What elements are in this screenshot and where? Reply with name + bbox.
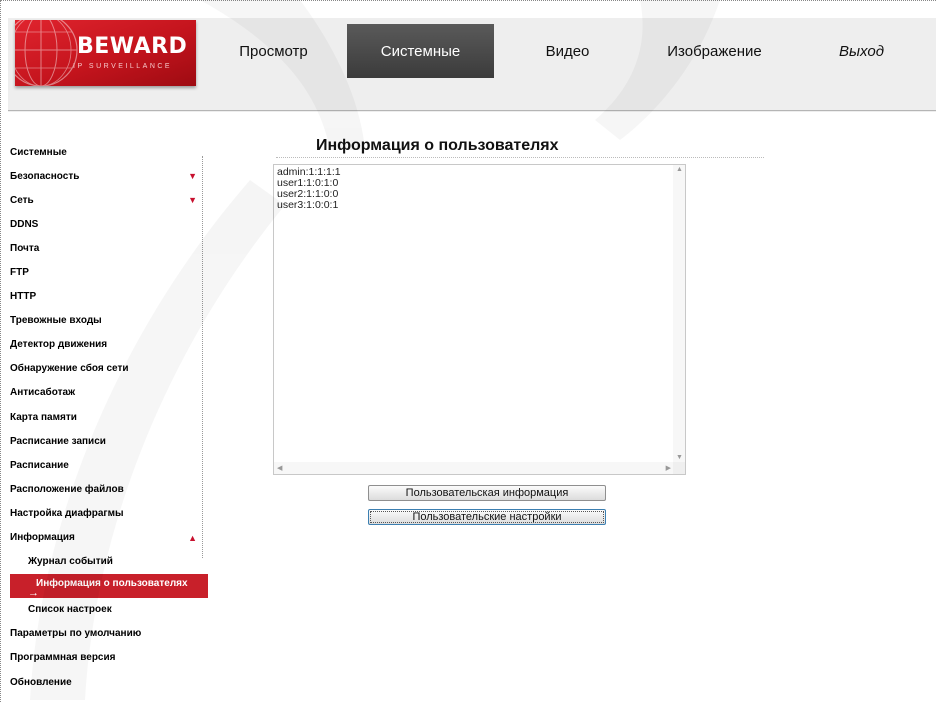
beward-logo[interactable]: BEWARD IP SURVEILLANCE bbox=[15, 20, 196, 86]
sidebar-item-update[interactable]: Обновление bbox=[10, 670, 202, 694]
sidebar-item-information[interactable]: Информация ▲ bbox=[10, 526, 202, 550]
user-info-text: admin:1:1:1:1 user1:1:0:1:0 user2:1:1:0:… bbox=[277, 166, 341, 211]
page-frame-left bbox=[0, 0, 1, 702]
scroll-left-icon[interactable]: ◀ bbox=[277, 464, 282, 472]
tab-view[interactable]: Просмотр bbox=[200, 24, 347, 78]
sidebar-item-label: Почта bbox=[10, 242, 40, 254]
page-title: Информация о пользователях bbox=[316, 137, 559, 154]
sidebar-item-alarm-inputs[interactable]: Тревожные входы bbox=[10, 309, 202, 333]
sidebar-item-label: Антисаботаж bbox=[10, 387, 76, 399]
tab-image[interactable]: Изображение bbox=[641, 24, 788, 78]
sidebar-item-ftp[interactable]: FTP bbox=[10, 260, 202, 284]
sidebar-item-label: DDNS bbox=[10, 218, 39, 230]
vertical-scrollbar[interactable]: ▲ ▼ bbox=[673, 165, 685, 462]
sidebar-item-event-log[interactable]: Журнал событий bbox=[10, 550, 202, 574]
page-frame-top bbox=[0, 0, 936, 1]
sidebar-item-label: Информация bbox=[10, 532, 75, 544]
sidebar-item-label: Расположение файлов bbox=[10, 483, 124, 495]
sidebar-item-label: Карта памяти bbox=[10, 411, 77, 423]
logo-tagline: IP SURVEILLANCE bbox=[73, 63, 173, 70]
sidebar-item-label: HTTP bbox=[10, 291, 37, 303]
tab-system[interactable]: Системные bbox=[347, 24, 494, 78]
sidebar-divider bbox=[202, 156, 203, 558]
sidebar-item-network-failure[interactable]: Обнаружение сбоя сети bbox=[10, 357, 202, 381]
sidebar-item-firmware-version[interactable]: Программная версия bbox=[10, 646, 202, 670]
sidebar-item-http[interactable]: HTTP bbox=[10, 285, 202, 309]
scroll-up-icon[interactable]: ▲ bbox=[676, 166, 683, 173]
sidebar-item-record-schedule[interactable]: Расписание записи bbox=[10, 429, 202, 453]
sidebar-item-security[interactable]: Безопасность ▼ bbox=[10, 164, 202, 188]
sidebar-item-label: Программная версия bbox=[10, 652, 116, 664]
sidebar-item-settings-list[interactable]: Список настроек bbox=[10, 598, 202, 622]
sidebar-item-label: Тревожные входы bbox=[10, 315, 102, 327]
sidebar-item-user-info[interactable]: Информация о пользователях → bbox=[10, 573, 208, 599]
sidebar-item-anti-sabotage[interactable]: Антисаботаж bbox=[10, 381, 202, 405]
sidebar-item-label: Обнаружение сбоя сети bbox=[10, 363, 129, 375]
main-nav: Просмотр Системные Видео Изображение Вых… bbox=[200, 24, 935, 78]
sidebar-item-mail[interactable]: Почта bbox=[10, 236, 202, 260]
sidebar-item-label: Журнал событий bbox=[28, 556, 113, 568]
tab-video[interactable]: Видео bbox=[494, 24, 641, 78]
sidebar-item-file-location[interactable]: Расположение файлов bbox=[10, 477, 202, 501]
expand-arrow-icon: ▼ bbox=[188, 195, 197, 206]
title-underline bbox=[276, 157, 764, 158]
sidebar-item-label: Список настроек bbox=[28, 604, 112, 616]
sidebar-item-label: Безопасность bbox=[10, 170, 80, 182]
header-divider bbox=[8, 110, 936, 111]
sidebar-item-network[interactable]: Сеть ▼ bbox=[10, 188, 202, 212]
scroll-corner bbox=[673, 462, 685, 474]
collapse-arrow-icon: ▲ bbox=[188, 532, 197, 543]
sidebar-item-motion-detector[interactable]: Детектор движения bbox=[10, 333, 202, 357]
sidebar-item-ddns[interactable]: DDNS bbox=[10, 212, 202, 236]
expand-arrow-icon: ▼ bbox=[188, 171, 197, 182]
sidebar-item-system[interactable]: Системные bbox=[10, 140, 202, 164]
user-settings-button[interactable]: Пользовательские настройки bbox=[368, 509, 606, 525]
sidebar-item-label: Системные bbox=[10, 146, 67, 158]
sidebar-item-label: Настройка диафрагмы bbox=[10, 507, 124, 519]
current-arrow-icon: → bbox=[28, 586, 39, 599]
sidebar-item-defaults[interactable]: Параметры по умолчанию bbox=[10, 622, 202, 646]
logo-brand-text: BEWARD bbox=[77, 34, 188, 59]
scroll-right-icon[interactable]: ▶ bbox=[666, 464, 671, 472]
sidebar-item-label: Обновление bbox=[10, 676, 72, 688]
sidebar-menu: Системные Безопасность ▼ Сеть ▼ DDNS Почта… bbox=[10, 140, 208, 694]
globe-icon bbox=[15, 20, 78, 86]
scroll-down-icon[interactable]: ▼ bbox=[676, 454, 683, 461]
user-info-button[interactable]: Пользовательская информация bbox=[368, 485, 606, 501]
tab-logout[interactable]: Выход bbox=[788, 24, 935, 78]
sidebar-item-label: Расписание записи bbox=[10, 435, 106, 447]
sidebar-item-label: FTP bbox=[10, 267, 29, 279]
sidebar-item-label: Сеть bbox=[10, 194, 34, 206]
user-info-textarea[interactable]: admin:1:1:1:1 user1:1:0:1:0 user2:1:1:0:… bbox=[273, 164, 686, 475]
sidebar-item-label: Информация о пользователях bbox=[36, 577, 188, 589]
sidebar-item-memory-card[interactable]: Карта памяти bbox=[10, 405, 202, 429]
horizontal-scrollbar[interactable]: ◀ ▶ bbox=[274, 462, 673, 474]
sidebar-item-schedule[interactable]: Расписание bbox=[10, 453, 202, 477]
sidebar-item-label: Детектор движения bbox=[10, 339, 108, 351]
sidebar-item-label: Расписание bbox=[10, 459, 69, 471]
sidebar-item-label: Параметры по умолчанию bbox=[10, 628, 142, 640]
sidebar-item-iris-settings[interactable]: Настройка диафрагмы bbox=[10, 501, 202, 525]
